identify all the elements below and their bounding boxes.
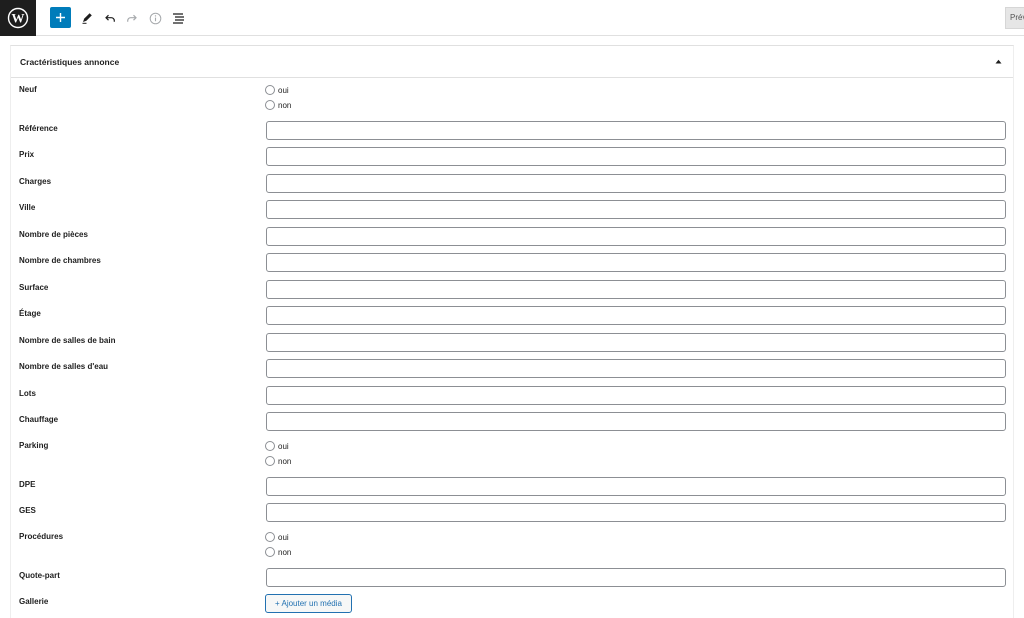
svg-text:W: W [12, 11, 25, 26]
field-label-ges: GES [19, 506, 36, 515]
radio-label: oui [278, 441, 289, 451]
etage-input[interactable] [266, 306, 1006, 325]
caret-up-icon[interactable] [993, 56, 1003, 66]
radio-button[interactable] [265, 441, 275, 451]
field-label-chauffage: Chauffage [19, 415, 59, 424]
nombre-pieces-input[interactable] [266, 227, 1006, 246]
nombre-chambres-input[interactable] [266, 253, 1006, 272]
radio-button[interactable] [265, 456, 275, 466]
radio-procedures-oui[interactable]: oui [265, 531, 289, 543]
radio-neuf-non[interactable]: non [265, 99, 291, 111]
ges-input[interactable] [266, 503, 1006, 522]
radio-button[interactable] [265, 547, 275, 557]
charges-input[interactable] [266, 174, 1006, 193]
field-label-nombre-chambres: Nombre de chambres [19, 256, 101, 265]
preview-button[interactable]: Prév [1005, 7, 1024, 29]
field-label-etage: Étage [19, 309, 41, 318]
field-label-reference: Référence [19, 124, 58, 133]
lots-input[interactable] [266, 386, 1006, 405]
list-view-icon[interactable] [167, 7, 189, 29]
ville-input[interactable] [266, 200, 1006, 219]
dpe-input[interactable] [266, 477, 1006, 496]
surface-input[interactable] [266, 280, 1006, 299]
redo-icon[interactable] [121, 7, 143, 29]
panel-header[interactable]: Cractéristiques annonce [11, 46, 1013, 78]
radio-label: oui [278, 532, 289, 542]
field-label-dpe: DPE [19, 480, 36, 489]
field-label-procedures: Procédures [19, 532, 64, 541]
field-label-ville: Ville [19, 203, 36, 212]
radio-neuf-oui[interactable]: oui [265, 84, 289, 96]
field-label-lots: Lots [19, 389, 36, 398]
radio-button[interactable] [265, 100, 275, 110]
field-label-salles-eau: Nombre de salles d'eau [19, 362, 109, 371]
pencil-icon[interactable] [76, 7, 98, 29]
salles-bain-input[interactable] [266, 333, 1006, 352]
field-label-gallerie: Gallerie [19, 597, 49, 606]
field-label-salles-bain: Nombre de salles de bain [19, 336, 116, 345]
undo-icon[interactable] [99, 7, 121, 29]
reference-input[interactable] [266, 121, 1006, 140]
field-label-parking: Parking [19, 441, 49, 450]
radio-procedures-non[interactable]: non [265, 546, 291, 558]
prix-input[interactable] [266, 147, 1006, 166]
field-label-surface: Surface [19, 283, 49, 292]
panel-title: Cractéristiques annonce [20, 57, 120, 67]
field-label-quote-part: Quote-part [19, 571, 60, 580]
radio-button[interactable] [265, 532, 275, 542]
salles-eau-input[interactable] [266, 359, 1006, 378]
field-label-nombre-pieces: Nombre de pièces [19, 230, 88, 239]
wordpress-logo-icon[interactable]: W [0, 0, 36, 36]
radio-label: non [278, 547, 292, 557]
radio-label: non [278, 100, 292, 110]
chauffage-input[interactable] [266, 412, 1006, 431]
editor-toolbar: W Prév [0, 0, 1024, 36]
info-icon[interactable] [144, 7, 166, 29]
plus-icon[interactable] [50, 7, 71, 28]
radio-label: non [278, 456, 292, 466]
field-label-prix: Prix [19, 150, 35, 159]
field-label-neuf: Neuf [19, 85, 37, 94]
add-media-button[interactable]: + Ajouter un média [265, 594, 352, 613]
radio-parking-oui[interactable]: oui [265, 440, 289, 452]
radio-button[interactable] [265, 85, 275, 95]
radio-parking-non[interactable]: non [265, 455, 291, 467]
field-label-charges: Charges [19, 177, 52, 186]
radio-label: oui [278, 85, 289, 95]
quote-part-input[interactable] [266, 568, 1006, 587]
